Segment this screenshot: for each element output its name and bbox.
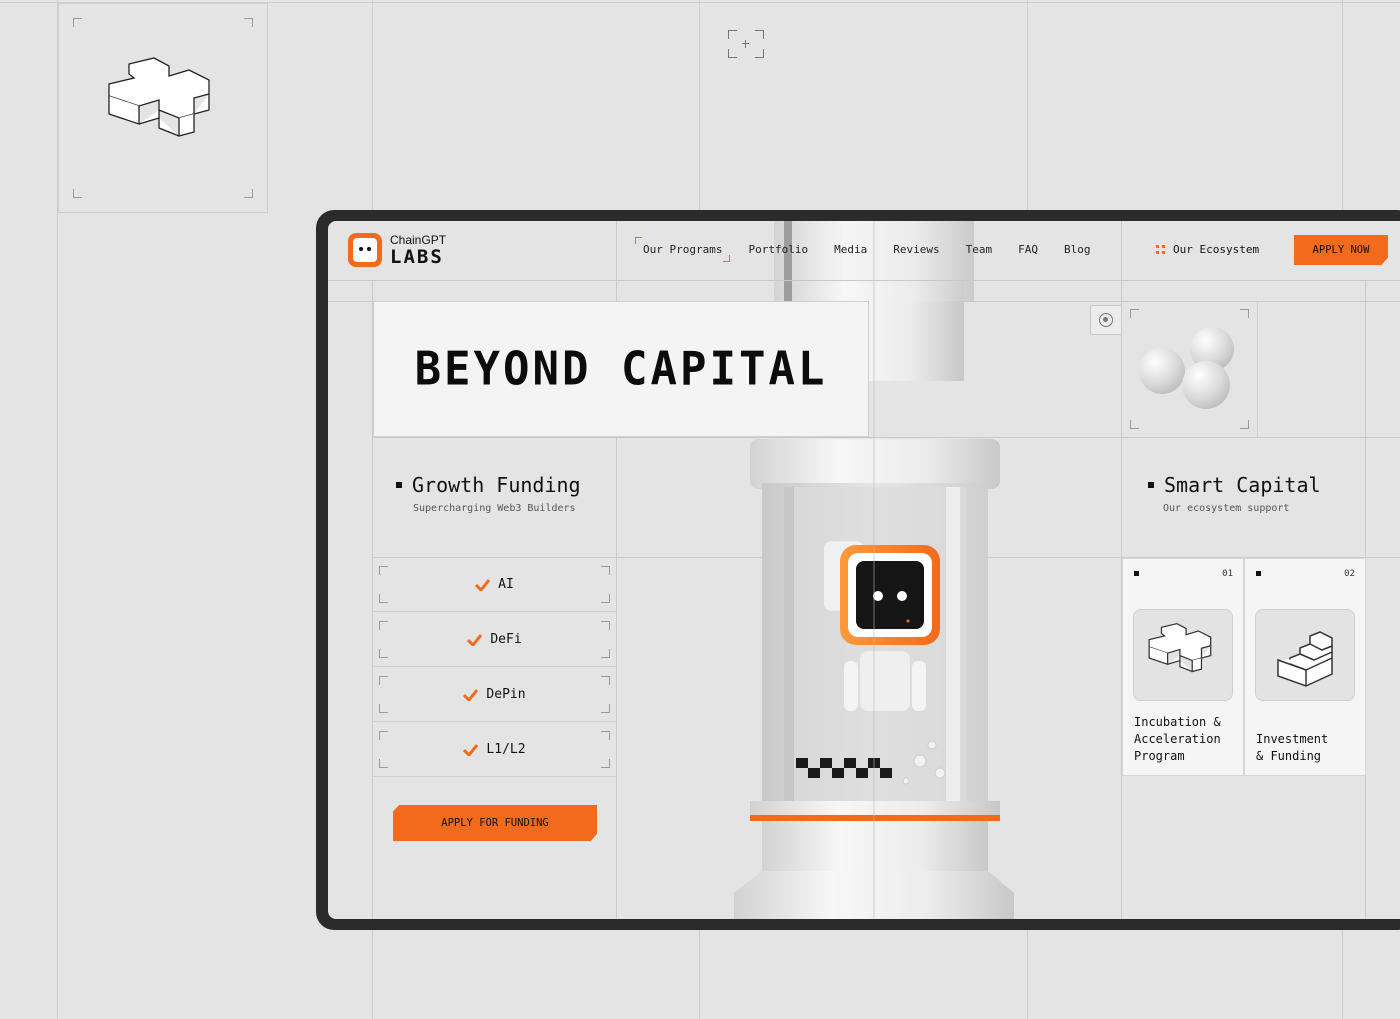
check-icon [467, 633, 483, 646]
hero-title: BEYOND CAPITAL [414, 342, 828, 396]
growth-funding-subtitle: Supercharging Web3 Builders [413, 503, 576, 514]
isometric-plus-icon [108, 57, 210, 137]
check-icon [463, 743, 479, 756]
check-icon [463, 688, 479, 701]
isometric-plus-icon [1133, 609, 1233, 701]
category-label: L1/L2 [486, 742, 526, 757]
category-label: DePin [486, 687, 526, 702]
laptop-frame: ChainGPT LABS Our Programs Portfolio Med… [316, 210, 1400, 930]
program-title: Investment & Funding [1256, 732, 1329, 763]
hero-title-box: BEYOND CAPITAL [373, 301, 869, 437]
nav-link-team[interactable]: Team [966, 243, 993, 256]
logo-icon [348, 233, 382, 267]
growth-funding-title: Growth Funding [412, 473, 581, 497]
smart-capital-subtitle: Our ecosystem support [1163, 503, 1290, 514]
nav-link-faq[interactable]: FAQ [1018, 243, 1038, 256]
nav-links: Our Programs Portfolio Media Reviews Tea… [634, 237, 1091, 262]
spheres-icon [1139, 327, 1234, 409]
category-defi[interactable]: DeFi [373, 613, 616, 667]
square-bullet-icon [1256, 571, 1261, 576]
logo-bottom-text: LABS [390, 245, 444, 268]
apply-now-button[interactable]: APPLY NOW [1294, 235, 1388, 265]
square-bullet-icon [1148, 482, 1154, 488]
nav-link-media[interactable]: Media [834, 243, 867, 256]
isometric-stairs-icon [1255, 609, 1355, 701]
crosshair-icon [728, 30, 764, 58]
category-l1-l2[interactable]: L1/L2 [373, 723, 616, 777]
program-number: 01 [1222, 569, 1233, 579]
category-depin[interactable]: DePin [373, 668, 616, 722]
growth-funding-heading: Growth Funding [396, 473, 581, 497]
square-bullet-icon [1134, 571, 1139, 576]
square-bullet-icon [396, 482, 402, 488]
nav-link-blog[interactable]: Blog [1064, 243, 1091, 256]
check-icon [475, 578, 491, 591]
record-icon [1099, 313, 1113, 327]
nav-link-our-programs[interactable]: Our Programs [634, 237, 732, 262]
grid-dots-icon [1156, 245, 1165, 254]
program-title: Incubation & Acceleration Program [1134, 715, 1221, 763]
spheres-card [1122, 301, 1258, 437]
category-label: AI [498, 577, 514, 592]
smart-capital-title: Smart Capital [1164, 473, 1321, 497]
program-card-incubation[interactable]: 01 Incubation & Acceleration Program [1122, 558, 1244, 776]
website-screen: ChainGPT LABS Our Programs Portfolio Med… [328, 221, 1400, 919]
top-navbar: ChainGPT LABS Our Programs Portfolio Med… [328, 221, 1400, 281]
nav-link-portfolio[interactable]: Portfolio [748, 243, 808, 256]
category-ai[interactable]: AI [373, 558, 616, 612]
logo-top-text: ChainGPT [390, 232, 447, 247]
apply-for-funding-button[interactable]: APPLY FOR FUNDING [393, 805, 597, 841]
nav-link-reviews[interactable]: Reviews [893, 243, 939, 256]
record-toggle-button[interactable] [1090, 305, 1122, 335]
logo[interactable]: ChainGPT LABS [348, 233, 446, 267]
program-card-investment[interactable]: 02 Investment & Funding [1244, 558, 1366, 776]
category-label: DeFi [490, 632, 522, 647]
smart-capital-heading: Smart Capital [1148, 473, 1321, 497]
background-shape-card [58, 3, 268, 213]
ecosystem-link[interactable]: Our Ecosystem [1156, 243, 1259, 256]
program-number: 02 [1344, 569, 1355, 579]
ecosystem-label: Our Ecosystem [1173, 243, 1260, 256]
